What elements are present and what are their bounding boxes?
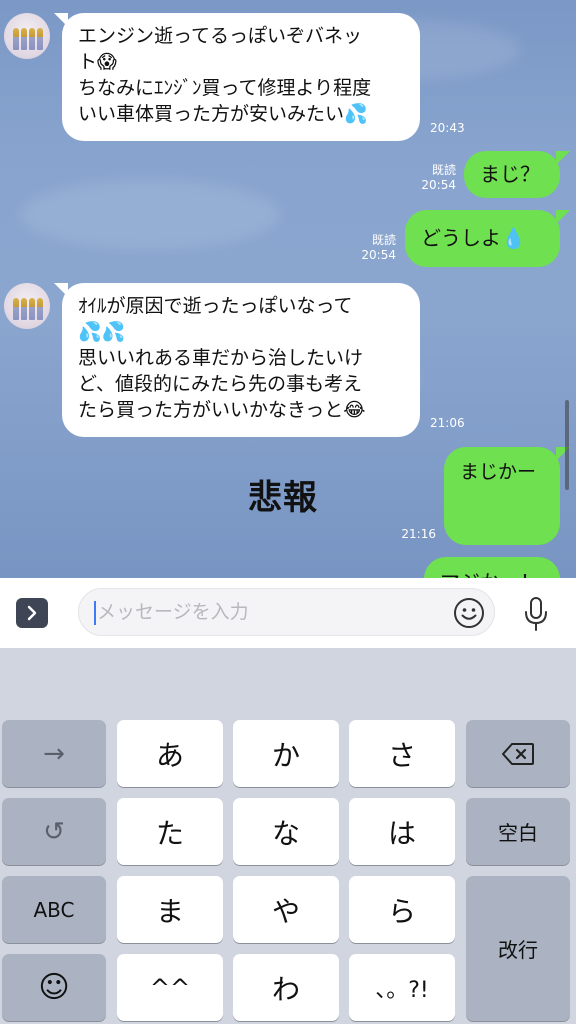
- message-timestamp: 21:06: [430, 416, 465, 430]
- cursor-next-key[interactable]: →: [2, 720, 106, 787]
- emoji-button[interactable]: [453, 597, 485, 629]
- friend-avatar[interactable]: [4, 283, 50, 329]
- key-kaomoji[interactable]: ^^: [117, 954, 223, 1021]
- outgoing-message-bubble[interactable]: マジかー！: [424, 557, 560, 578]
- message-line: たら買った方がいいかなきっと😂: [78, 399, 366, 421]
- message-line: どうしよ💧: [421, 226, 526, 250]
- message-line: ちなみにｴﾝｼﾞﾝ買って修理より程度: [78, 77, 372, 99]
- key-sa[interactable]: さ: [349, 720, 455, 787]
- incoming-message-bubble[interactable]: エンジン逝ってるっぽいぞバネッ ト😱 ちなみにｴﾝｼﾞﾝ買って修理より程度 いい…: [62, 13, 420, 141]
- background-cloud: [20, 180, 280, 250]
- message-line: 思いいれある車だから治したいけ: [78, 347, 364, 369]
- text-cursor: [94, 601, 96, 625]
- message-line: ｵｲﾙが原因で逝ったっぽいなって: [78, 295, 353, 317]
- backspace-icon: [502, 742, 534, 765]
- key-wa[interactable]: わ: [233, 954, 339, 1021]
- message-line: まじかー: [460, 461, 537, 483]
- voice-input-button[interactable]: [521, 596, 551, 632]
- read-receipt: 既読: [371, 233, 396, 247]
- abc-mode-key[interactable]: ABC: [2, 876, 106, 943]
- message-line: ト😱: [78, 51, 117, 73]
- message-timestamp: 21:16: [401, 527, 436, 541]
- microphone-icon: [525, 597, 547, 631]
- delete-key[interactable]: [466, 720, 570, 787]
- message-input[interactable]: [78, 588, 495, 636]
- chevron-right-icon: [27, 605, 37, 621]
- chat-scrollbar[interactable]: [565, 400, 569, 490]
- emoji-keyboard-key[interactable]: ☺: [2, 954, 106, 1021]
- message-line: エンジン逝ってるっぽいぞバネッ: [78, 25, 363, 47]
- overlay-caption: 悲報: [248, 478, 318, 518]
- read-receipt: 既読: [431, 163, 456, 177]
- message-line: いい車体買った方が安いみたい💦: [78, 103, 368, 125]
- key-ra[interactable]: ら: [349, 876, 455, 943]
- bubble-tail: [556, 151, 570, 165]
- japanese-keyboard: → ↺ ABC ☺ あ か さ た な は ま や ら ^^ わ 、。?! 空白…: [0, 648, 576, 1024]
- bubble-tail: [556, 210, 570, 224]
- chat-area[interactable]: エンジン逝ってるっぽいぞバネッ ト😱 ちなみにｴﾝｼﾞﾝ買って修理より程度 いい…: [0, 0, 576, 578]
- key-ya[interactable]: や: [233, 876, 339, 943]
- key-na[interactable]: な: [233, 798, 339, 865]
- message-line: 💦💦: [78, 321, 126, 343]
- outgoing-message-bubble[interactable]: どうしよ💧: [405, 210, 560, 267]
- friend-avatar[interactable]: [4, 13, 50, 59]
- key-a[interactable]: あ: [117, 720, 223, 787]
- outgoing-message-bubble[interactable]: まじ？: [464, 151, 560, 198]
- key-ha[interactable]: は: [349, 798, 455, 865]
- message-timestamp: 20:54: [361, 248, 396, 262]
- key-ta[interactable]: た: [117, 798, 223, 865]
- smiley-icon: [454, 598, 484, 628]
- message-line: まじ？: [480, 162, 540, 186]
- undo-key[interactable]: ↺: [2, 798, 106, 865]
- message-timestamp: 20:54: [421, 178, 456, 192]
- message-input-bar: [0, 578, 576, 648]
- message-timestamp: 20:43: [430, 121, 465, 135]
- space-key[interactable]: 空白: [466, 798, 570, 865]
- enter-key[interactable]: 改行: [466, 876, 570, 1021]
- key-ka[interactable]: か: [233, 720, 339, 787]
- key-ma[interactable]: ま: [117, 876, 223, 943]
- message-line: マジかー！: [440, 567, 544, 578]
- incoming-message-bubble[interactable]: ｵｲﾙが原因で逝ったっぽいなって 💦💦 思いいれある車だから治したいけ ど、値段…: [62, 283, 420, 437]
- outgoing-message-bubble[interactable]: まじかー: [444, 447, 560, 545]
- expand-menu-button[interactable]: [16, 598, 48, 628]
- key-punctuation[interactable]: 、。?!: [349, 954, 455, 1021]
- message-line: ど、値段的にみたら先の事も考え: [78, 373, 363, 395]
